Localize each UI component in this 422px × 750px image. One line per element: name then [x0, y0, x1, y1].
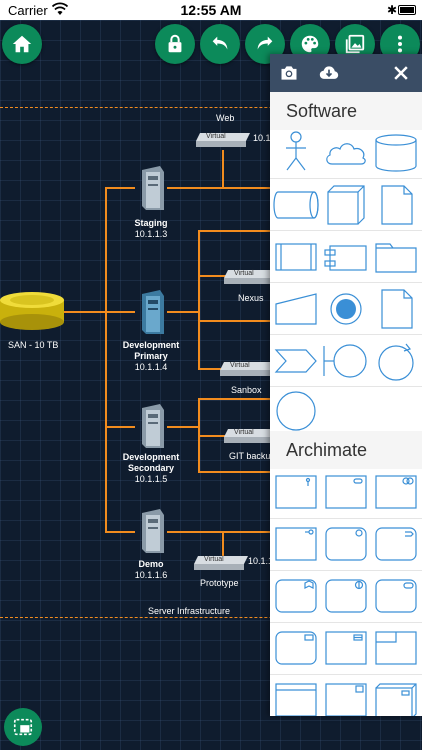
vm-web-label: Web	[216, 113, 235, 123]
section-header-archimate[interactable]: Archimate	[270, 431, 422, 469]
vm-nexus-label: Nexus	[238, 293, 264, 303]
fit-screen-icon	[13, 718, 33, 736]
shape-business-actor[interactable]	[272, 470, 320, 516]
virtual-switch-icon[interactable]: Virtual	[194, 556, 248, 570]
shape-circle[interactable]	[272, 388, 320, 434]
connector	[105, 311, 135, 313]
shape-process[interactable]	[272, 234, 320, 280]
san-storage-node[interactable]	[0, 290, 66, 334]
connector	[198, 275, 226, 277]
status-bar: Carrier 12:55 AM ✱	[0, 0, 422, 20]
shape-business-collaboration[interactable]	[372, 470, 420, 516]
shape-business-object[interactable]	[272, 626, 320, 672]
shape-note[interactable]	[372, 182, 420, 228]
more-vert-icon	[397, 35, 403, 53]
server-dev-secondary-label: Development Secondary 10.1.1.5	[122, 452, 180, 484]
lock-button[interactable]	[155, 24, 195, 64]
connector	[105, 187, 107, 533]
shape-folder[interactable]	[372, 234, 420, 280]
shape-node[interactable]	[372, 678, 420, 716]
connector	[198, 230, 270, 232]
shape-business-process[interactable]	[372, 522, 420, 568]
virtual-tag: Virtual	[230, 362, 250, 369]
fit-screen-button[interactable]	[4, 708, 42, 746]
cloud-download-icon[interactable]	[319, 63, 339, 83]
shape-interface[interactable]	[322, 338, 370, 384]
shape-event[interactable]	[372, 338, 420, 384]
camera-icon[interactable]	[279, 63, 299, 83]
connector	[198, 230, 200, 370]
bluetooth-icon: ✱	[386, 3, 397, 17]
home-button[interactable]	[2, 24, 42, 64]
shape-business-function[interactable]	[272, 574, 320, 620]
shape-business-interface[interactable]	[272, 522, 320, 568]
connector	[167, 426, 200, 428]
shape-panel: Software Archimate	[270, 54, 422, 716]
connector	[222, 531, 224, 559]
server-icon[interactable]	[138, 404, 164, 448]
connector	[167, 531, 270, 533]
virtual-tag: Virtual	[204, 556, 224, 563]
virtual-tag: Virtual	[206, 133, 226, 140]
connector	[62, 311, 107, 313]
vm-prototype-label: Prototype	[200, 578, 239, 588]
vm-sanbox-label: Sanbox	[231, 385, 262, 395]
shape-component[interactable]	[322, 234, 370, 280]
status-time: 12:55 AM	[180, 2, 242, 18]
shape-cloud[interactable]	[322, 130, 370, 176]
connector	[198, 320, 270, 322]
redo-icon	[257, 36, 273, 50]
battery-icon	[398, 5, 416, 15]
shape-database[interactable]	[372, 130, 420, 176]
connector	[198, 471, 270, 473]
connector	[105, 426, 135, 428]
shape-business-role[interactable]	[322, 470, 370, 516]
server-icon[interactable]	[138, 166, 164, 210]
shape-application-component[interactable]	[322, 678, 370, 716]
server-dev-primary-label: Development Primary 10.1.1.4	[122, 340, 180, 372]
home-icon	[12, 35, 32, 53]
shape-manual-input[interactable]	[272, 286, 320, 332]
shape-representation[interactable]	[272, 678, 320, 716]
virtual-switch-icon[interactable]: Virtual	[196, 133, 250, 147]
image-icon	[345, 34, 365, 54]
connector	[105, 531, 135, 533]
server-demo-label: Demo 10.1.1.6	[134, 559, 168, 580]
shape-filled-circle[interactable]	[322, 286, 370, 332]
shape-business-event[interactable]	[322, 522, 370, 568]
virtual-tag: Virtual	[234, 270, 254, 277]
shape-panel-header	[270, 54, 422, 92]
undo-icon	[212, 36, 228, 50]
database-icon	[0, 292, 64, 330]
connector	[167, 187, 270, 189]
undo-button[interactable]	[200, 24, 240, 64]
shape-document[interactable]	[372, 286, 420, 332]
shape-step[interactable]	[272, 338, 320, 384]
shape-actor[interactable]	[272, 130, 320, 176]
shape-business-service[interactable]	[372, 574, 420, 620]
connector	[222, 150, 224, 188]
san-label: SAN - 10 TB	[8, 340, 59, 350]
palette-icon	[301, 35, 319, 53]
shape-cube[interactable]	[322, 182, 370, 228]
connector	[198, 398, 270, 400]
server-icon[interactable]	[138, 290, 164, 334]
shape-product[interactable]	[372, 626, 420, 672]
shape-horizontal-cylinder[interactable]	[272, 182, 320, 228]
connector	[198, 435, 226, 437]
shape-contract[interactable]	[322, 626, 370, 672]
lock-icon	[168, 34, 182, 53]
shape-business-interaction[interactable]	[322, 574, 370, 620]
vm-git-backup-label: GIT backup	[229, 451, 276, 461]
virtual-tag: Virtual	[234, 429, 254, 436]
virtual-switch-icon[interactable]: Virtual	[220, 362, 274, 376]
server-staging-label: Staging 10.1.1.3	[134, 218, 168, 239]
group-label: Server Infrastructure	[148, 606, 231, 616]
connector	[167, 311, 200, 313]
connector	[105, 187, 135, 189]
section-header-software[interactable]: Software	[270, 92, 422, 130]
close-icon[interactable]	[391, 63, 411, 83]
server-icon[interactable]	[138, 509, 164, 553]
